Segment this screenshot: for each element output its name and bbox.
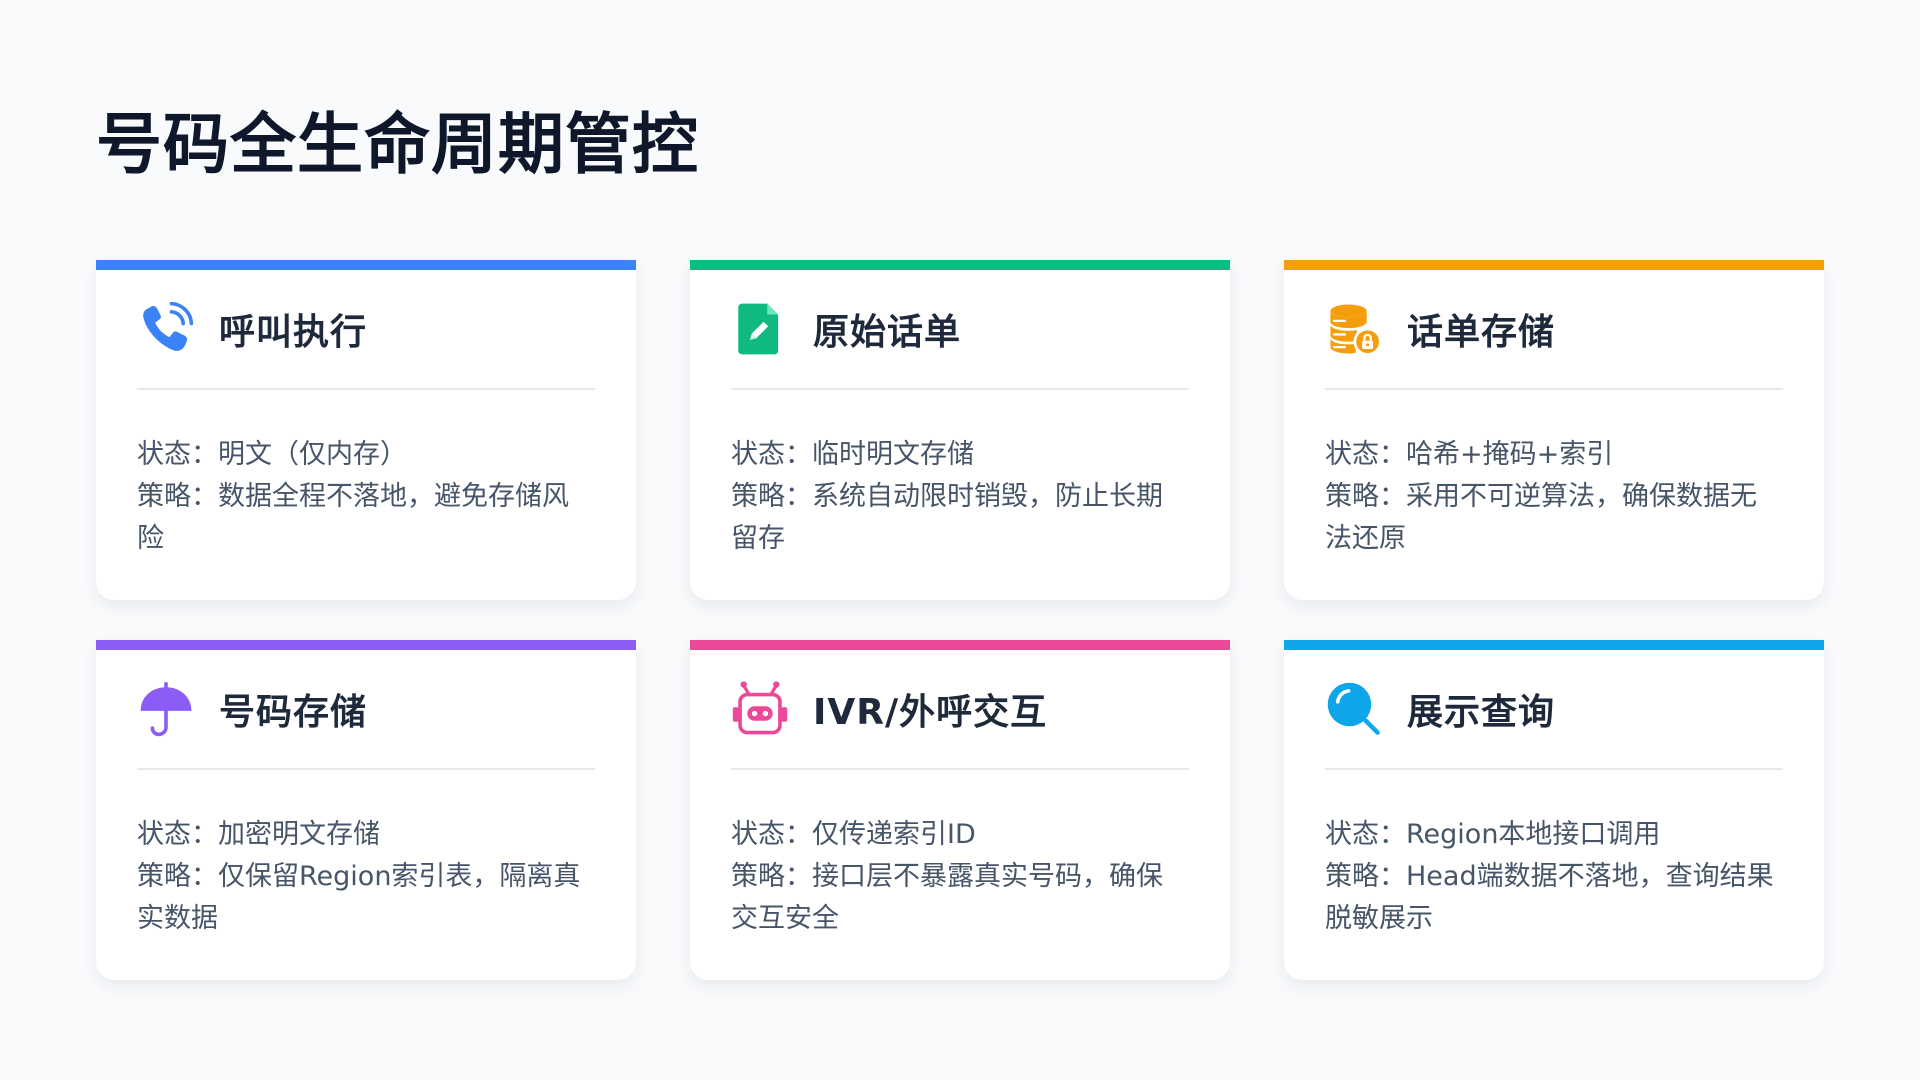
card-title: IVR/外呼交互 — [813, 692, 1048, 733]
file-edit-icon — [731, 300, 789, 358]
card-header: IVR/外呼交互 — [731, 650, 1189, 770]
strategy-label: 策略： — [1325, 481, 1406, 512]
search-icon — [1325, 680, 1383, 738]
card-body: 状态：哈希+掩码+索引 策略：采用不可逆算法，确保数据无法还原 — [1325, 390, 1783, 560]
status-line: 状态：加密明文存储 — [137, 814, 595, 856]
strategy-label: 策略： — [731, 861, 812, 892]
status-label: 状态： — [1325, 819, 1406, 850]
status-label: 状态： — [1325, 439, 1406, 470]
lifecycle-card-grid: 呼叫执行 状态：明文（仅内存） 策略：数据全程不落地，避免存储风险 原始话单 状… — [96, 260, 1824, 980]
status-value: 加密明文存储 — [218, 819, 380, 850]
status-value: 哈希+掩码+索引 — [1406, 439, 1614, 470]
strategy-label: 策略： — [731, 481, 812, 512]
card-header: 原始话单 — [731, 270, 1189, 390]
card-body: 状态：仅传递索引ID 策略：接口层不暴露真实号码，确保交互安全 — [731, 770, 1189, 940]
umbrella-icon — [137, 680, 195, 738]
strategy-line: 策略：系统自动限时销毁，防止长期留存 — [731, 476, 1189, 560]
strategy-line: 策略：Head端数据不落地，查询结果脱敏展示 — [1325, 856, 1783, 940]
status-line: 状态：明文（仅内存） — [137, 434, 595, 476]
card-call-execution: 呼叫执行 状态：明文（仅内存） 策略：数据全程不落地，避免存储风险 — [96, 260, 636, 600]
status-label: 状态： — [731, 819, 812, 850]
status-value: 明文（仅内存） — [218, 439, 407, 470]
database-lock-icon — [1325, 300, 1383, 358]
card-title: 话单存储 — [1407, 312, 1556, 353]
card-title: 原始话单 — [813, 312, 962, 353]
card-body: 状态：Region本地接口调用 策略：Head端数据不落地，查询结果脱敏展示 — [1325, 770, 1783, 940]
card-title: 展示查询 — [1407, 692, 1556, 733]
card-body: 状态：明文（仅内存） 策略：数据全程不落地，避免存储风险 — [137, 390, 595, 560]
strategy-label: 策略： — [1325, 861, 1406, 892]
strategy-label: 策略： — [137, 861, 218, 892]
status-line: 状态：临时明文存储 — [731, 434, 1189, 476]
status-label: 状态： — [137, 439, 218, 470]
phone-call-icon — [137, 300, 195, 358]
strategy-line: 策略：仅保留Region索引表，隔离真实数据 — [137, 856, 595, 940]
strategy-line: 策略：采用不可逆算法，确保数据无法还原 — [1325, 476, 1783, 560]
strategy-line: 策略：接口层不暴露真实号码，确保交互安全 — [731, 856, 1189, 940]
card-cdr-storage: 话单存储 状态：哈希+掩码+索引 策略：采用不可逆算法，确保数据无法还原 — [1284, 260, 1824, 600]
strategy-line: 策略：数据全程不落地，避免存储风险 — [137, 476, 595, 560]
card-header: 号码存储 — [137, 650, 595, 770]
card-raw-cdr: 原始话单 状态：临时明文存储 策略：系统自动限时销毁，防止长期留存 — [690, 260, 1230, 600]
status-line: 状态：哈希+掩码+索引 — [1325, 434, 1783, 476]
card-header: 话单存储 — [1325, 270, 1783, 390]
card-title: 号码存储 — [219, 692, 368, 733]
status-line: 状态：仅传递索引ID — [731, 814, 1189, 856]
status-value: Region本地接口调用 — [1406, 819, 1661, 850]
robot-icon — [731, 680, 789, 738]
strategy-label: 策略： — [137, 481, 218, 512]
status-line: 状态：Region本地接口调用 — [1325, 814, 1783, 856]
card-ivr-interaction: IVR/外呼交互 状态：仅传递索引ID 策略：接口层不暴露真实号码，确保交互安全 — [690, 640, 1230, 980]
card-display-query: 展示查询 状态：Region本地接口调用 策略：Head端数据不落地，查询结果脱… — [1284, 640, 1824, 980]
card-body: 状态：临时明文存储 策略：系统自动限时销毁，防止长期留存 — [731, 390, 1189, 560]
page-title: 号码全生命周期管控 — [96, 105, 699, 183]
status-value: 临时明文存储 — [812, 439, 974, 470]
card-header: 展示查询 — [1325, 650, 1783, 770]
card-body: 状态：加密明文存储 策略：仅保留Region索引表，隔离真实数据 — [137, 770, 595, 940]
card-title: 呼叫执行 — [219, 312, 368, 353]
card-header: 呼叫执行 — [137, 270, 595, 390]
status-label: 状态： — [137, 819, 218, 850]
status-label: 状态： — [731, 439, 812, 470]
status-value: 仅传递索引ID — [812, 819, 976, 850]
card-number-storage: 号码存储 状态：加密明文存储 策略：仅保留Region索引表，隔离真实数据 — [96, 640, 636, 980]
